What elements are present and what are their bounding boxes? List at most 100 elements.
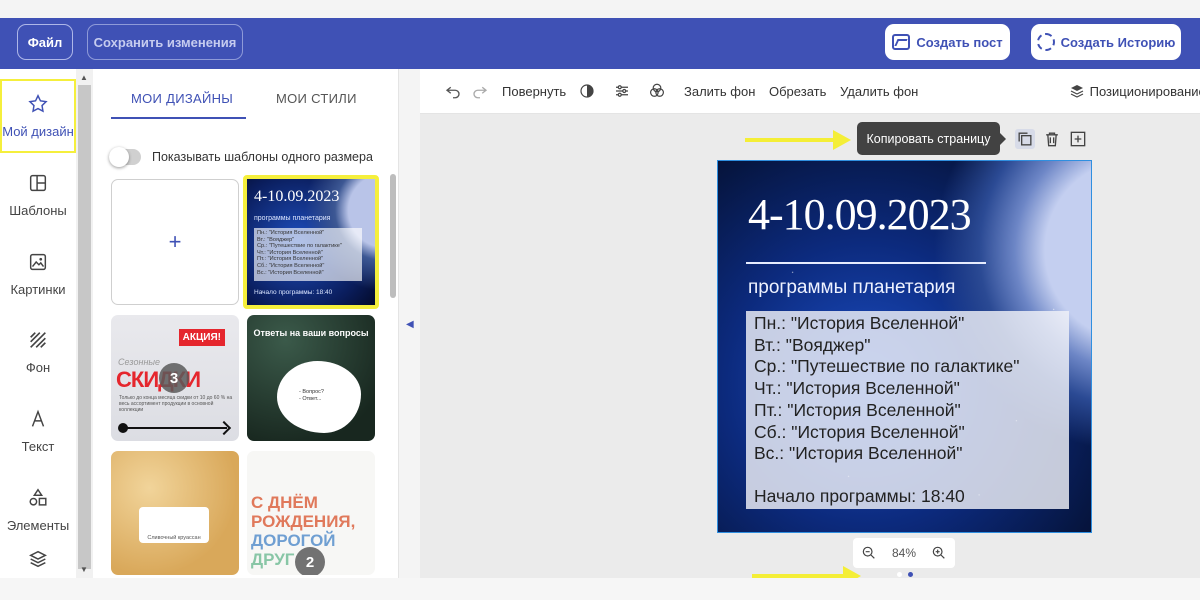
- sidebar-item-background[interactable]: Фон: [0, 315, 76, 389]
- edit-toolbar: Повернуть Залить фон Обрезать Удалить фо…: [420, 69, 1200, 114]
- thumb-start-time: Начало программы: 18:40: [254, 289, 333, 296]
- adjust-sliders-icon[interactable]: [613, 82, 631, 103]
- design-thumb-sale[interactable]: АКЦИЯ! Сезонные СКИДКИ Только до конца м…: [111, 315, 239, 441]
- croissant-caption: Сливочный круассан: [147, 535, 201, 541]
- page-divider[interactable]: [746, 262, 986, 264]
- schedule-line: Вс.: "История Вселенной": [754, 443, 963, 464]
- thumb-line: Сб.: "История Вселенной": [257, 262, 325, 269]
- thumb-line: Ср.: "Путешествие по галактике": [257, 243, 342, 250]
- page-schedule-box[interactable]: Пн.: "История Вселенной" Вт.: "Вояджер" …: [746, 311, 1069, 509]
- same-size-toggle[interactable]: [109, 147, 141, 167]
- sidebar-item-label: Мой дизайн: [2, 124, 74, 139]
- design-page[interactable]: 4-10.09.2023 программы планетария Пн.: "…: [717, 160, 1092, 533]
- thumb-line: Пн.: "История Вселенной": [257, 230, 325, 236]
- sidebar-item-text[interactable]: Текст: [0, 394, 76, 468]
- create-post-label: Создать пост: [916, 34, 1003, 50]
- positioning-button[interactable]: Позиционирование: [1068, 82, 1200, 100]
- zoom-control: 84%: [853, 538, 955, 568]
- layers-icon: [1070, 85, 1084, 98]
- qa-question: - Вопрос?: [299, 389, 324, 395]
- count-badge: 2: [295, 547, 325, 575]
- schedule-line: Сб.: "История Вселенной": [754, 421, 965, 442]
- page-subtitle[interactable]: программы планетария: [748, 277, 955, 299]
- sidebar-item-label: Фон: [25, 360, 51, 375]
- crop-button[interactable]: Обрезать: [769, 84, 826, 99]
- sidebar: Мой дизайн Шаблоны Картинки Фон Текст Эл…: [0, 69, 93, 578]
- designs-panel: МОИ ДИЗАЙНЫ МОИ СТИЛИ Показывать шаблоны…: [93, 69, 399, 578]
- thumb-line: Пт.: "История Вселенной": [257, 256, 324, 263]
- add-page-icon[interactable]: [1068, 129, 1088, 149]
- schedule-line: Пн.: "История Вселенной": [754, 313, 965, 333]
- plus-icon: +: [168, 229, 182, 254]
- sidebar-item-label: Картинки: [10, 282, 66, 297]
- page-dot-1[interactable]: [897, 572, 902, 577]
- zoom-level: 84%: [891, 546, 917, 560]
- zoom-in-icon[interactable]: [931, 545, 947, 561]
- design-thumb-qa[interactable]: Ответы на ваши вопросы - Вопрос? - Ответ…: [247, 315, 375, 441]
- sidebar-scrollbar-thumb[interactable]: [78, 85, 91, 569]
- qa-lines: - Вопрос? - Ответ...: [299, 389, 324, 403]
- sale-kicker: Сезонные: [118, 357, 161, 367]
- sidebar-item-label: Шаблоны: [9, 203, 67, 218]
- bottom-strip: [0, 578, 1200, 600]
- sidebar-item-layers[interactable]: [0, 543, 76, 575]
- story-circle-icon: [1036, 33, 1055, 51]
- thumb-line: Вт.: "Вояджер": [257, 236, 295, 243]
- background-icon: [30, 332, 46, 348]
- filters-icon[interactable]: [648, 82, 666, 103]
- create-post-button[interactable]: Создать пост: [885, 24, 1010, 60]
- page-dot-2[interactable]: [908, 572, 913, 577]
- same-size-toggle-label: Показывать шаблоны одного размера: [152, 150, 373, 164]
- undo-icon[interactable]: [444, 82, 462, 103]
- design-thumb-planetarium[interactable]: 4-10.09.2023 программы планетария Пн.: "…: [243, 175, 379, 309]
- thumb-subtitle: программы планетария: [254, 215, 331, 222]
- create-story-button[interactable]: Создать Историю: [1031, 24, 1181, 60]
- page-date-heading[interactable]: 4-10.09.2023: [748, 189, 972, 240]
- arrow-right-icon: [118, 423, 227, 433]
- zoom-out-icon[interactable]: [861, 545, 877, 561]
- fill-background-button[interactable]: Залить фон: [684, 84, 755, 99]
- collapse-panel-icon[interactable]: ◀: [406, 319, 414, 330]
- sidebar-item-images[interactable]: Картинки: [0, 237, 76, 311]
- sidebar-item-templates[interactable]: Шаблоны: [0, 158, 76, 232]
- delete-page-icon[interactable]: [1042, 129, 1062, 149]
- star-icon: [28, 94, 48, 113]
- design-thumb-croissant[interactable]: Сливочный круассан: [111, 451, 239, 575]
- top-bar: Файл Сохранить изменения Создать пост Со…: [0, 18, 1200, 69]
- schedule-start-time: Начало программы: 18:40: [754, 485, 965, 506]
- tab-my-styles[interactable]: МОИ СТИЛИ: [276, 91, 357, 106]
- save-changes-button[interactable]: Сохранить изменения: [87, 24, 243, 60]
- schedule-line: Вт.: "Вояджер": [754, 334, 871, 355]
- remove-background-button[interactable]: Удалить фон: [840, 84, 918, 99]
- file-button[interactable]: Файл: [17, 24, 73, 60]
- image-icon: [29, 253, 47, 271]
- sidebar-item-label: Элементы: [6, 518, 70, 533]
- sidebar-item-elements[interactable]: Элементы: [0, 473, 76, 547]
- schedule-line: Ср.: "Путешествие по галактике": [754, 356, 1020, 377]
- panel-scrollbar[interactable]: [390, 174, 396, 298]
- contrast-icon[interactable]: [578, 82, 596, 103]
- scroll-down-icon[interactable]: ▼: [80, 565, 88, 574]
- qa-answer: - Ответ...: [299, 396, 322, 402]
- active-tab-indicator: [111, 117, 246, 119]
- rotate-button[interactable]: Повернуть: [502, 84, 566, 99]
- copy-page-tooltip: Копировать страницу: [857, 122, 1006, 155]
- positioning-label: Позиционирование: [1089, 84, 1200, 99]
- sale-description: Только до конца месяца скидки от 10 до 6…: [119, 395, 233, 413]
- page-pagination: [897, 572, 913, 577]
- sidebar-item-my-design[interactable]: Мой дизайн: [0, 79, 76, 153]
- shapes-icon: [29, 488, 47, 506]
- bday-line-3: ДОРОГОЙ: [251, 531, 336, 550]
- layers-icon: [29, 550, 47, 568]
- thumb-date: 4-10.09.2023: [254, 188, 340, 205]
- redo-icon[interactable]: [471, 82, 489, 103]
- tab-my-designs[interactable]: МОИ ДИЗАЙНЫ: [131, 91, 233, 106]
- bday-line-4: ДРУГ: [251, 550, 295, 569]
- new-design-button[interactable]: +: [111, 179, 239, 305]
- create-story-label: Создать Историю: [1060, 34, 1176, 50]
- scroll-up-icon[interactable]: ▲: [80, 73, 88, 82]
- copy-page-icon[interactable]: [1015, 129, 1035, 149]
- design-thumb-birthday[interactable]: С ДНЁМ РОЖДЕНИЯ, ДОРОГОЙ ДРУГ 2: [247, 451, 375, 575]
- thumb-line: Вс.: "История Вселенной": [257, 269, 324, 276]
